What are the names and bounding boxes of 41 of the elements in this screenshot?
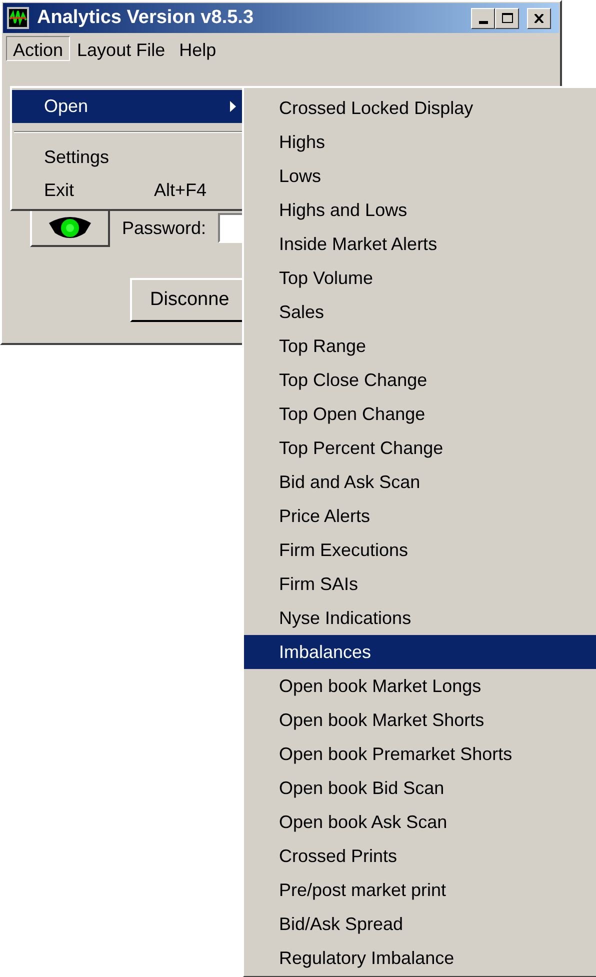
menu-bar-item[interactable]: Layout File (70, 36, 172, 60)
submenu-item[interactable]: Highs and Lows (244, 193, 596, 227)
submenu-item[interactable]: Regulatory Imbalance (244, 941, 596, 975)
window-title: Analytics Version v8.5.3 (37, 6, 255, 30)
submenu-item[interactable]: Firm Executions (244, 533, 596, 567)
maximize-button[interactable] (495, 8, 519, 28)
submenu-item[interactable]: Pre/post market print (244, 873, 596, 907)
menu-item[interactable]: Exit Alt+F4 (12, 174, 244, 207)
eye-icon (47, 215, 93, 241)
close-icon (534, 14, 544, 22)
submenu-item[interactable]: Highs (244, 125, 596, 159)
submenu-item[interactable]: Inside Market Alerts (244, 227, 596, 261)
menu-bar-item[interactable]: Action (6, 36, 70, 60)
status-button[interactable] (30, 209, 110, 247)
submenu-item[interactable]: Open book Bid Scan (244, 771, 596, 805)
submenu-item[interactable]: Top Close Change (244, 363, 596, 397)
menu-bar-item[interactable]: Help (172, 36, 224, 60)
submenu-item[interactable]: Crossed Prints (244, 839, 596, 873)
submenu-item[interactable]: Bid/Ask Spread (244, 907, 596, 941)
submenu-item[interactable]: Open book Market Longs (244, 669, 596, 703)
submenu-item[interactable]: Top Open Change (244, 397, 596, 431)
submenu-item[interactable]: Bid and Ask Scan (244, 465, 596, 499)
submenu-item[interactable]: Top Percent Change (244, 431, 596, 465)
submenu-item[interactable]: Crossed Locked Display (244, 91, 596, 125)
minimize-button[interactable] (471, 8, 495, 28)
submenu-item[interactable]: Lows (244, 159, 596, 193)
submenu-item[interactable]: Top Range (244, 329, 596, 363)
submenu-item[interactable]: Open book Premarket Shorts (244, 737, 596, 771)
app-icon (7, 7, 29, 29)
submenu-item[interactable]: Nyse Indications (244, 601, 596, 635)
submenu-item[interactable]: Firm SAIs (244, 567, 596, 601)
submenu-item[interactable]: Imbalances (244, 635, 596, 669)
submenu-item[interactable]: Price Alerts (244, 499, 596, 533)
menu-item[interactable]: Settings (12, 141, 244, 174)
password-label: Password: (122, 216, 206, 240)
submenu-item[interactable]: Open book Market Shorts (244, 703, 596, 737)
submenu-item[interactable]: Open book Ask Scan (244, 805, 596, 839)
maximize-icon (502, 13, 512, 23)
menu-item[interactable]: Open (12, 90, 244, 123)
close-button[interactable] (527, 8, 551, 28)
minimize-icon (478, 20, 488, 24)
